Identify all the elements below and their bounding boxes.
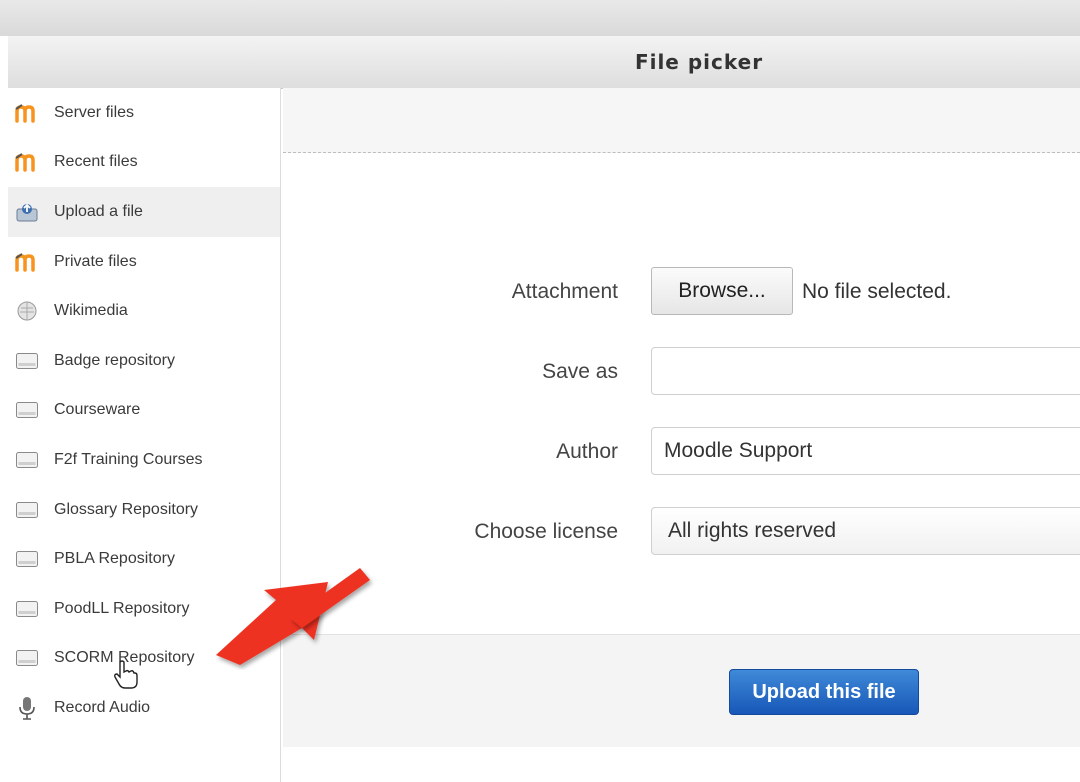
license-select[interactable]: All rights reserved	[651, 507, 1080, 555]
dialog-titlebar: File picker	[8, 36, 1080, 89]
dialog-footer: Upload this file	[283, 634, 1080, 747]
repository-icon	[14, 546, 40, 572]
upload-this-file-button[interactable]: Upload this file	[729, 669, 919, 715]
sidebar-item-label: Recent files	[54, 153, 138, 171]
save-as-input[interactable]	[651, 347, 1080, 395]
author-input[interactable]	[651, 427, 1080, 475]
attachment-row: Attachment Browse... No file selected.	[283, 267, 1080, 317]
moodle-icon	[14, 100, 40, 126]
sidebar-item-label: Private files	[54, 252, 137, 270]
repository-icon	[14, 447, 40, 473]
wikimedia-icon	[14, 298, 40, 324]
file-status-text: No file selected.	[802, 280, 952, 303]
sidebar-item-server-files[interactable]: Server files	[8, 88, 280, 138]
hand-cursor-icon	[114, 660, 138, 689]
attachment-label: Attachment	[511, 280, 618, 303]
window-top-strip	[0, 0, 1080, 36]
sidebar-item-record-audio[interactable]: Record Audio	[8, 683, 280, 733]
sidebar-item-glossary-repository[interactable]: Glossary Repository	[8, 485, 280, 535]
repository-icon	[14, 348, 40, 374]
save-as-label: Save as	[542, 360, 618, 383]
content-toolbar	[283, 88, 1080, 153]
sidebar-item-label: Courseware	[54, 401, 141, 419]
sidebar-item-upload-a-file[interactable]: Upload a file	[8, 187, 280, 237]
sidebar-item-f2f-training-courses[interactable]: F2f Training Courses	[8, 435, 280, 485]
moodle-icon	[14, 249, 40, 275]
sidebar-item-courseware[interactable]: Courseware	[8, 386, 280, 436]
sidebar-item-label: Badge repository	[54, 351, 175, 369]
sidebar-item-label: Upload a file	[54, 202, 143, 220]
save-as-row: Save as	[283, 347, 1080, 397]
sidebar-item-private-files[interactable]: Private files	[8, 237, 280, 287]
repository-icon	[14, 497, 40, 523]
repository-sidebar: Server files Recent files Upload a file …	[8, 88, 281, 782]
microphone-icon	[14, 695, 40, 721]
sidebar-item-label: Wikimedia	[54, 302, 128, 320]
author-row: Author	[283, 427, 1080, 477]
author-label: Author	[556, 440, 618, 463]
license-row: Choose license All rights reserved	[283, 507, 1080, 557]
repository-icon	[14, 596, 40, 622]
sidebar-item-label: F2f Training Courses	[54, 450, 203, 468]
repository-icon	[14, 397, 40, 423]
sidebar-item-label: Glossary Repository	[54, 500, 199, 518]
sidebar-item-wikimedia[interactable]: Wikimedia	[8, 286, 280, 336]
sidebar-item-recent-files[interactable]: Recent files	[8, 138, 280, 188]
upload-icon	[14, 199, 40, 225]
browse-button[interactable]: Browse...	[651, 267, 793, 315]
license-select-value: All rights reserved	[668, 519, 837, 542]
red-arrow-annotation	[216, 568, 370, 665]
dialog-title: File picker	[634, 50, 764, 74]
sidebar-item-label: PBLA Repository	[54, 550, 175, 568]
license-label: Choose license	[474, 520, 618, 543]
sidebar-item-badge-repository[interactable]: Badge repository	[8, 336, 280, 386]
sidebar-item-label: Server files	[54, 103, 135, 121]
sidebar-item-label: Record Audio	[54, 698, 151, 716]
sidebar-item-label: PoodLL Repository	[54, 599, 190, 617]
repository-icon	[14, 645, 40, 671]
moodle-icon	[14, 149, 40, 175]
